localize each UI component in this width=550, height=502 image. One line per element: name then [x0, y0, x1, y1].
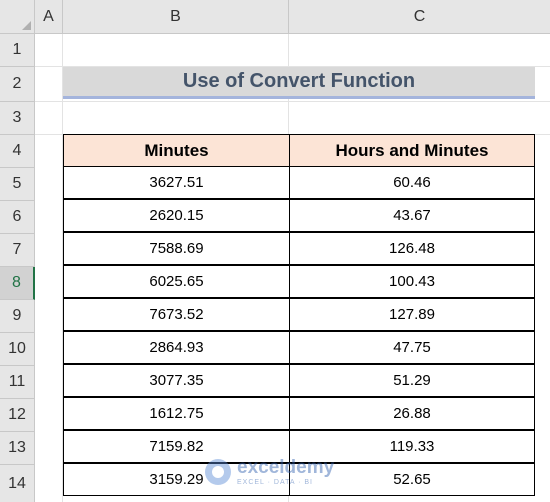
row-header-11[interactable]: 11 — [0, 366, 35, 399]
select-all-triangle-icon — [22, 21, 31, 30]
row-header-7[interactable]: 7 — [0, 234, 35, 267]
table-cell-hours[interactable]: 126.48 — [289, 232, 535, 265]
select-all-button[interactable] — [0, 0, 35, 34]
table-cell-hours[interactable]: 51.29 — [289, 364, 535, 397]
table-cell-hours[interactable]: 127.89 — [289, 298, 535, 331]
row-header-4[interactable]: 4 — [0, 135, 35, 168]
watermark-tag: EXCEL · DATA · BI — [237, 479, 313, 486]
row-header-12[interactable]: 12 — [0, 399, 35, 432]
table-cell-minutes[interactable]: 3077.35 — [63, 364, 290, 397]
table-cell-minutes[interactable]: 6025.65 — [63, 265, 290, 298]
column-header-a[interactable]: A — [35, 0, 63, 34]
row-header-14[interactable]: 14 — [0, 465, 35, 502]
table-cell-hours[interactable]: 60.46 — [289, 166, 535, 199]
column-header-c[interactable]: C — [289, 0, 550, 34]
column-header-b[interactable]: B — [63, 0, 289, 34]
table-cell-minutes[interactable]: 7673.52 — [63, 298, 290, 331]
table-cell-hours[interactable]: 100.43 — [289, 265, 535, 298]
sheet-title[interactable]: Use of Convert Function — [63, 67, 535, 99]
row-header-5[interactable]: 5 — [0, 168, 35, 201]
table-cell-hours[interactable]: 26.88 — [289, 397, 535, 430]
row-header-6[interactable]: 6 — [0, 201, 35, 234]
table-header-minutes[interactable]: Minutes — [63, 134, 290, 167]
row-header-1[interactable]: 1 — [0, 34, 35, 67]
table-cell-minutes[interactable]: 2864.93 — [63, 331, 290, 364]
table-cell-hours[interactable]: 43.67 — [289, 199, 535, 232]
row-header-2[interactable]: 2 — [0, 67, 35, 102]
table-header-hours-minutes[interactable]: Hours and Minutes — [289, 134, 535, 167]
table-cell-minutes[interactable]: 3627.51 — [63, 166, 290, 199]
table-cell-minutes[interactable]: 2620.15 — [63, 199, 290, 232]
watermark: exceldemy EXCEL · DATA · BI — [205, 454, 355, 490]
table-cell-minutes[interactable]: 7588.69 — [63, 232, 290, 265]
row-header-10[interactable]: 10 — [0, 333, 35, 366]
table-cell-minutes[interactable]: 1612.75 — [63, 397, 290, 430]
row-header-8[interactable]: 8 — [0, 267, 35, 300]
row-header-3[interactable]: 3 — [0, 102, 35, 135]
exceldemy-logo-icon — [205, 459, 231, 485]
table-cell-hours[interactable]: 47.75 — [289, 331, 535, 364]
row-header-13[interactable]: 13 — [0, 432, 35, 465]
watermark-name: exceldemy — [237, 457, 335, 478]
row-header-9[interactable]: 9 — [0, 300, 35, 333]
